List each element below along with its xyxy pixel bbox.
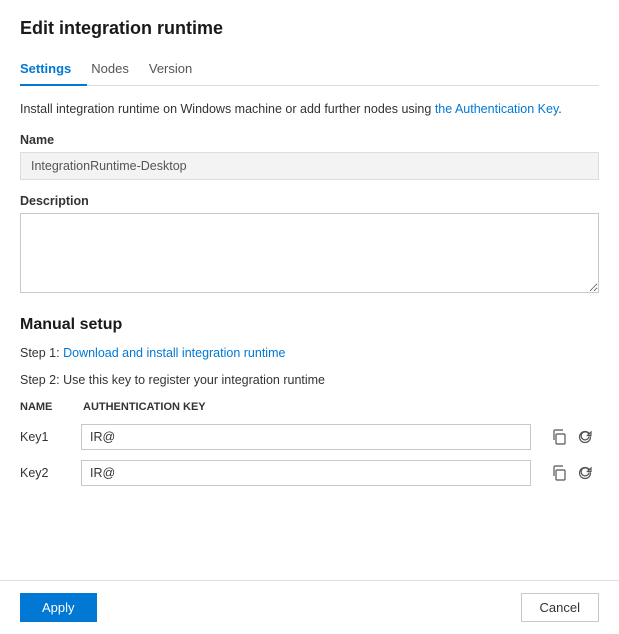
step2-text: Step 2: Use this key to register your in…	[20, 371, 599, 390]
footer: Apply Cancel	[0, 580, 619, 634]
info-text-before-link: Install integration runtime on Windows m…	[20, 102, 435, 116]
step1-prefix: Step 1:	[20, 346, 63, 360]
col-auth-key-header: AUTHENTICATION KEY	[75, 397, 537, 419]
description-label: Description	[20, 194, 599, 208]
key2-name: Key2	[20, 455, 75, 491]
key1-actions	[543, 427, 593, 447]
tab-version[interactable]: Version	[145, 53, 208, 86]
tab-bar: Settings Nodes Version	[20, 53, 599, 86]
tab-settings[interactable]: Settings	[20, 53, 87, 86]
step2-body: Use this key to register your integratio…	[63, 373, 325, 387]
key2-refresh-button[interactable]	[575, 463, 595, 483]
download-runtime-link[interactable]: Download and install integration runtime	[63, 346, 285, 360]
table-row: Key1	[20, 419, 599, 455]
key1-copy-button[interactable]	[549, 427, 569, 447]
description-input[interactable]	[20, 213, 599, 293]
name-label: Name	[20, 133, 599, 147]
description-field-group: Description	[20, 194, 599, 316]
auth-key-link[interactable]: the Authentication Key	[435, 102, 558, 116]
key1-refresh-button[interactable]	[575, 427, 595, 447]
info-text-after-link: .	[558, 102, 561, 116]
apply-button[interactable]: Apply	[20, 593, 97, 622]
info-text: Install integration runtime on Windows m…	[20, 100, 599, 119]
keys-table: NAME AUTHENTICATION KEY Key1	[20, 397, 599, 491]
step2-prefix: Step 2:	[20, 373, 63, 387]
cancel-button[interactable]: Cancel	[521, 593, 599, 622]
key1-input[interactable]	[81, 424, 531, 450]
name-field-group: Name IntegrationRuntime-Desktop	[20, 133, 599, 180]
key2-input[interactable]	[81, 460, 531, 486]
step1-text: Step 1: Download and install integration…	[20, 344, 599, 363]
table-row: Key2	[20, 455, 599, 491]
manual-setup-title: Manual setup	[20, 316, 599, 334]
key1-name: Key1	[20, 419, 75, 455]
page-title: Edit integration runtime	[20, 18, 599, 39]
name-value: IntegrationRuntime-Desktop	[20, 152, 599, 180]
tab-nodes[interactable]: Nodes	[87, 53, 145, 86]
col-name-header: NAME	[20, 397, 75, 419]
key2-actions	[543, 463, 593, 483]
main-content: Edit integration runtime Settings Nodes …	[0, 0, 619, 580]
key2-copy-button[interactable]	[549, 463, 569, 483]
